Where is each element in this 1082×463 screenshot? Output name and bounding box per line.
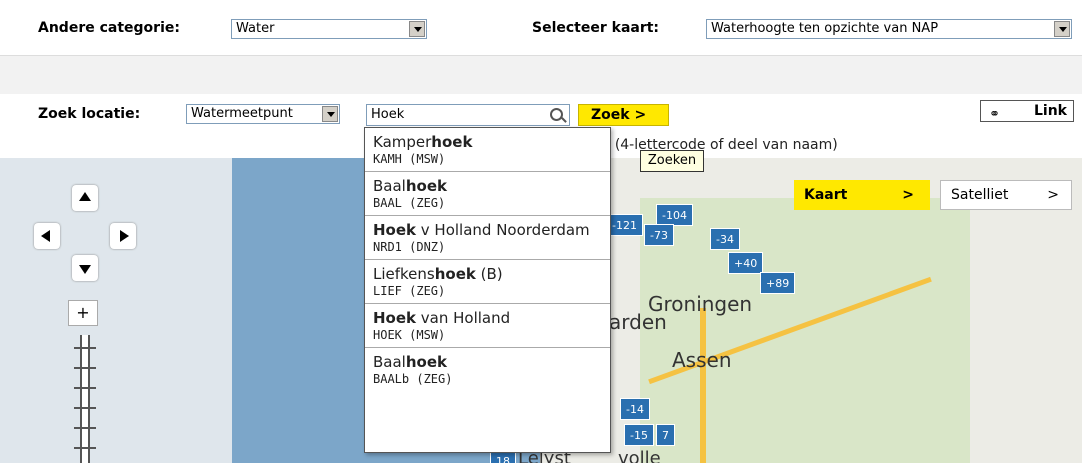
water-level-marker[interactable]: 7 bbox=[656, 424, 675, 446]
map-pan-control bbox=[30, 185, 140, 295]
map-city-label: arden bbox=[609, 310, 667, 334]
chevron-down-icon[interactable] bbox=[1054, 21, 1070, 37]
chevron-right-icon: > bbox=[902, 187, 914, 203]
water-level-marker[interactable]: -104 bbox=[656, 204, 693, 226]
water-level-marker[interactable]: +89 bbox=[760, 272, 796, 294]
category-select-value: Water bbox=[236, 21, 275, 36]
category-bar: Andere categorie: Water Selecteer kaart:… bbox=[0, 0, 1082, 55]
zoom-in-button[interactable]: + bbox=[68, 300, 98, 326]
link-icon: ⚭ bbox=[989, 107, 1000, 122]
map-land-detail bbox=[640, 198, 970, 463]
search-icon[interactable] bbox=[550, 108, 563, 121]
zoom-tick bbox=[74, 447, 96, 449]
map-select-label: Selecteer kaart: bbox=[532, 20, 660, 36]
suggestion-code: LIEF (ZEG) bbox=[373, 284, 446, 298]
water-level-marker[interactable]: -73 bbox=[644, 224, 674, 246]
suggestion-name: Liefkenshoek (B) bbox=[373, 265, 503, 283]
map-select-value: Waterhoogte ten opzichte van NAP bbox=[711, 21, 939, 36]
map-select[interactable]: Waterhoogte ten opzichte van NAP bbox=[706, 19, 1072, 39]
search-query: Hoek bbox=[371, 107, 405, 122]
suggestion-item[interactable]: Kamperhoek KAMH (MSW) bbox=[365, 128, 610, 172]
chevron-down-icon[interactable] bbox=[322, 106, 338, 122]
water-level-marker[interactable]: -15 bbox=[624, 424, 654, 446]
toolbar-spacer bbox=[0, 55, 1082, 94]
search-input[interactable]: Hoek bbox=[366, 104, 570, 126]
search-type-value: Watermeetpunt bbox=[191, 106, 293, 121]
zoom-tick bbox=[74, 367, 96, 369]
zoom-slider[interactable] bbox=[74, 335, 96, 463]
suggestion-item[interactable]: Baalhoek BAAL (ZEG) bbox=[365, 172, 610, 216]
suggestion-name: Baalhoek bbox=[373, 177, 447, 195]
zoom-tick bbox=[74, 387, 96, 389]
suggestion-name: Hoek v Holland Noorderdam bbox=[373, 221, 590, 239]
zoom-tick bbox=[74, 407, 96, 409]
map-type-satelliet-button[interactable]: Satelliet > bbox=[940, 180, 1072, 210]
water-level-marker[interactable]: +40 bbox=[728, 252, 764, 274]
chevron-right-icon: > bbox=[1047, 187, 1059, 203]
pan-up-icon[interactable] bbox=[72, 185, 98, 211]
pan-down-icon[interactable] bbox=[72, 255, 98, 281]
zoom-tick bbox=[74, 427, 96, 429]
suggestion-name: Hoek van Holland bbox=[373, 309, 511, 327]
search-type-select[interactable]: Watermeetpunt bbox=[186, 104, 340, 124]
suggestion-item[interactable]: Baalhoek BAALb (ZEG) bbox=[365, 348, 610, 391]
suggestion-name: Kamperhoek bbox=[373, 133, 473, 151]
suggestion-name: Baalhoek bbox=[373, 353, 447, 371]
map-city-label: Assen bbox=[672, 348, 732, 372]
suggestion-code: BAALb (ZEG) bbox=[373, 372, 453, 386]
suggestion-item[interactable]: Hoek van Holland HOEK (MSW) bbox=[365, 304, 610, 348]
map-type-kaart-button[interactable]: Kaart > bbox=[794, 180, 930, 210]
autocomplete-dropdown: Kamperhoek KAMH (MSW) Baalhoek BAAL (ZEG… bbox=[364, 127, 611, 453]
chevron-down-icon[interactable] bbox=[409, 21, 425, 37]
water-level-marker[interactable]: -14 bbox=[620, 398, 650, 420]
suggestion-code: KAMH (MSW) bbox=[373, 152, 446, 166]
suggestion-item[interactable]: Liefkenshoek (B) LIEF (ZEG) bbox=[365, 260, 610, 304]
suggestion-item[interactable]: Hoek v Holland Noorderdam NRD1 (DNZ) bbox=[365, 216, 610, 260]
link-button-label: Link bbox=[1034, 103, 1067, 119]
zoom-tick bbox=[74, 347, 96, 349]
search-label: Zoek locatie: bbox=[38, 106, 141, 122]
suggestion-code: HOEK (MSW) bbox=[373, 328, 446, 342]
water-level-marker[interactable]: -34 bbox=[710, 228, 740, 250]
search-tooltip: Zoeken bbox=[640, 150, 704, 172]
suggestion-code: BAAL (ZEG) bbox=[373, 196, 446, 210]
category-select[interactable]: Water bbox=[231, 19, 427, 39]
pan-left-icon[interactable] bbox=[34, 223, 60, 249]
link-button[interactable]: ⚭ Link bbox=[980, 100, 1074, 122]
suggestion-code: NRD1 (DNZ) bbox=[373, 240, 446, 254]
search-button[interactable]: Zoek > bbox=[578, 104, 669, 126]
map-road bbox=[700, 308, 706, 463]
water-level-marker[interactable]: -121 bbox=[606, 214, 643, 236]
search-hint: nt (4-lettercode of deel van naam) bbox=[596, 137, 838, 153]
satelliet-label: Satelliet bbox=[951, 187, 1009, 203]
map-city-label: volle bbox=[618, 448, 661, 463]
kaart-label: Kaart bbox=[804, 187, 848, 203]
category-label: Andere categorie: bbox=[38, 20, 180, 36]
pan-right-icon[interactable] bbox=[110, 223, 136, 249]
